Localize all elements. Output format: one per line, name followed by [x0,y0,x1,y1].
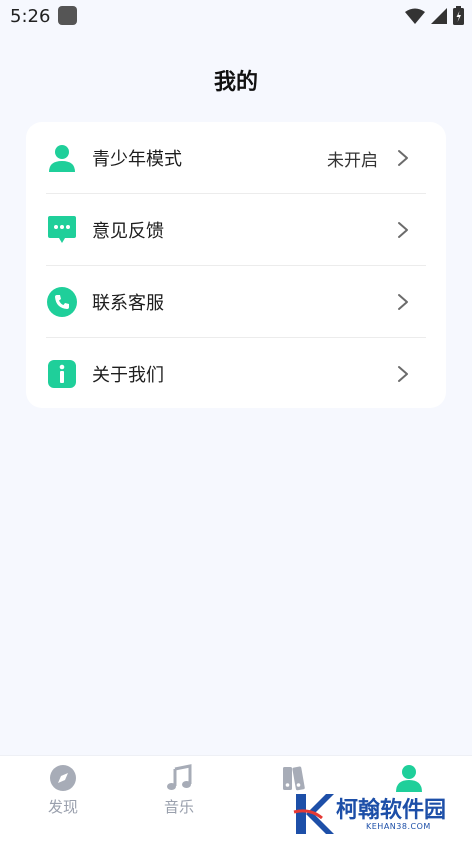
phone-icon [47,287,77,317]
menu-item-label: 青少年模式 [92,149,182,170]
user-icon [396,765,422,792]
status-indicators [405,6,464,25]
wifi-icon [405,8,425,24]
menu-item-label: 关于我们 [92,365,164,386]
menu-item-teen-mode[interactable]: 青少年模式 未开启 [26,122,446,194]
tab-label: 发现 [47,798,78,816]
chevron-right-icon [398,366,408,382]
menu-item-customer-service[interactable]: 联系客服 [26,266,446,338]
info-icon [48,360,76,388]
watermark: 柯翰软件园 KEHAN38.COM [292,790,472,840]
chevron-right-icon [398,222,408,238]
menu-item-feedback[interactable]: 意见反馈 [26,194,446,266]
tab-music[interactable]: 音乐 [120,756,238,841]
status-bar: 5:26 [0,0,472,34]
chevron-right-icon [398,294,408,310]
music-note-icon [167,764,192,790]
teen-mode-status: 未开启 [327,150,378,171]
chat-bubble-icon [48,216,76,243]
status-time: 5:26 [10,6,51,27]
app-notification-icon [58,6,77,25]
battery-icon [453,6,464,25]
compass-icon [50,765,76,791]
menu-item-about-us[interactable]: 关于我们 [26,338,446,410]
page-title: 我的 [213,70,258,95]
user-icon [49,145,75,172]
menu-item-label: 联系客服 [92,293,164,314]
signal-icon [431,7,447,24]
menu-item-label: 意见反馈 [92,221,164,242]
chevron-right-icon [398,150,408,166]
books-icon [283,766,305,791]
tab-label: 音乐 [163,798,194,816]
watermark-subtext: KEHAN38.COM [366,822,431,831]
settings-card: 青少年模式 未开启 意见反馈 联系客服 关于我们 [26,122,446,408]
tab-discover[interactable]: 发现 [4,756,122,841]
watermark-logo-icon [293,794,334,834]
watermark-text: 柯翰软件园 [336,798,447,823]
